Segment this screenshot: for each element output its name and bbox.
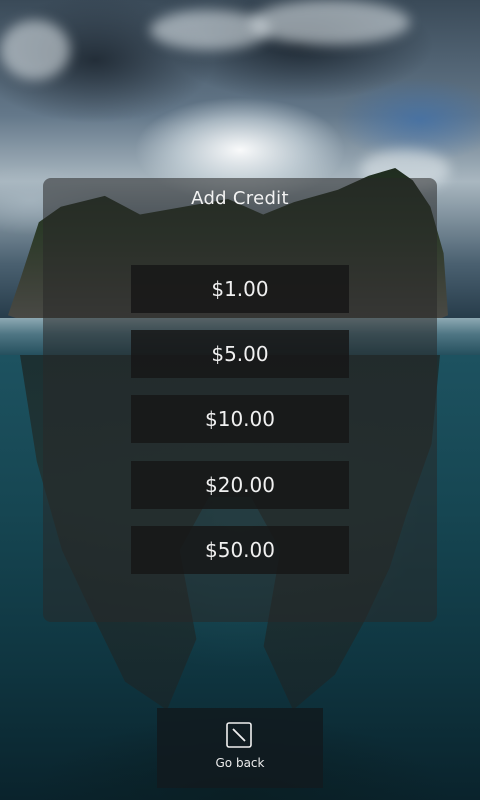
amount-button-10[interactable]: $10.00 — [131, 395, 349, 443]
dialog-title: Add Credit — [191, 188, 289, 209]
cloud — [0, 20, 70, 80]
go-back-label: Go back — [215, 756, 265, 770]
go-back-button[interactable]: Go back — [157, 708, 323, 788]
cloud — [250, 0, 410, 45]
amount-button-1[interactable]: $1.00 — [131, 265, 349, 313]
amount-button-5[interactable]: $5.00 — [131, 330, 349, 378]
back-square-icon — [226, 722, 252, 748]
amount-button-50[interactable]: $50.00 — [131, 526, 349, 574]
amount-button-20[interactable]: $20.00 — [131, 461, 349, 509]
